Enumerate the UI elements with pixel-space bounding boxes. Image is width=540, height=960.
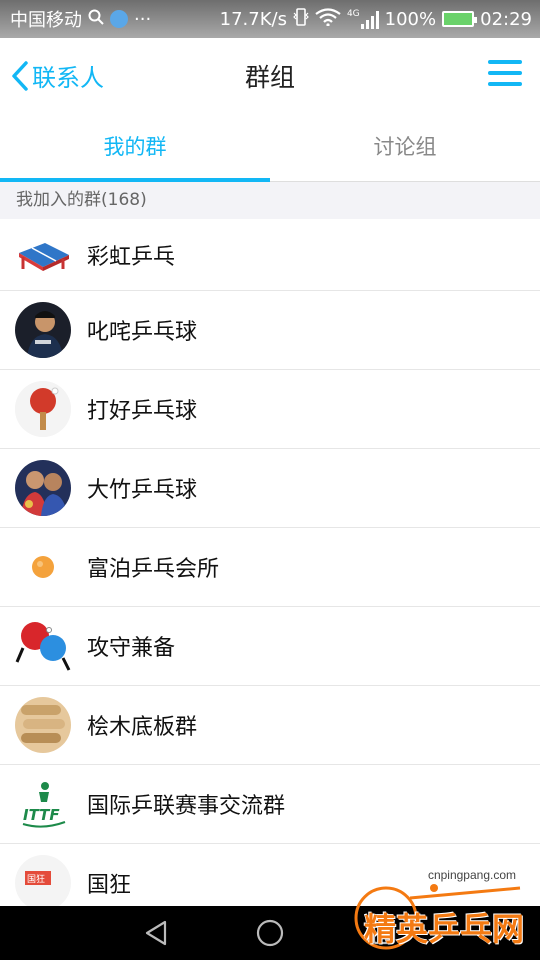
group-name: 国际乒联赛事交流群 <box>87 794 286 819</box>
watermark-url: cnpingpang.com <box>427 868 516 882</box>
menu-button[interactable] <box>488 60 522 90</box>
group-name: 攻守兼备 <box>87 636 176 661</box>
watermark-text: 精英乒乓网 <box>363 910 524 948</box>
site-watermark: cnpingpang.com 精英乒乓网 <box>350 868 530 954</box>
list-item[interactable]: 桧木底板群 <box>0 686 540 765</box>
group-name: 桧木底板群 <box>87 715 198 740</box>
search-icon <box>88 9 104 30</box>
battery-icon <box>442 11 478 27</box>
tab-discussion-groups[interactable]: 讨论组 <box>270 114 540 181</box>
chevron-left-icon <box>12 60 28 91</box>
network-speed: 17.7K/s <box>219 8 287 30</box>
svg-text:国狂: 国狂 <box>27 874 45 885</box>
circle-home-icon <box>256 919 284 947</box>
list-item[interactable]: ITTF 国际乒联赛事交流群 <box>0 765 540 844</box>
two-paddles-icon <box>15 618 71 674</box>
qq-notification-icon <box>110 10 128 28</box>
group-name: 国狂 <box>87 873 132 898</box>
carrier-label: 中国移动 <box>10 10 82 31</box>
group-name: 大竹乒乓球 <box>87 478 198 503</box>
back-button[interactable]: 联系人 <box>10 58 104 93</box>
navigation-bar: 联系人 群组 <box>0 38 540 114</box>
list-item[interactable]: 彩虹乒乓 <box>0 219 540 291</box>
battery-percent: 100% <box>384 8 437 30</box>
wifi-icon <box>315 7 341 31</box>
vibrate-icon <box>293 7 309 31</box>
back-label: 联系人 <box>32 64 104 92</box>
more-notifications-icon: ··· <box>134 8 152 30</box>
tab-bar: 我的群 讨论组 <box>0 114 540 182</box>
list-item[interactable]: 大竹乒乓球 <box>0 449 540 528</box>
signal-icon <box>360 10 379 29</box>
list-item[interactable]: 打好乒乓球 <box>0 370 540 449</box>
ittf-logo-icon: ITTF <box>15 776 71 832</box>
paddle-icon <box>15 381 71 437</box>
list-item[interactable]: 叱咤乒乓球 <box>0 291 540 370</box>
hamburger-icon <box>488 60 522 64</box>
tab-my-groups[interactable]: 我的群 <box>0 114 270 182</box>
status-bar: 中国移动 ··· 17.7K/s 4G 100% 02:29 <box>0 0 540 38</box>
list-item[interactable]: 攻守兼备 <box>0 607 540 686</box>
list-item[interactable]: 富泊乒乓会所 <box>0 528 540 607</box>
group-name: 富泊乒乓会所 <box>87 557 220 582</box>
section-header: 我加入的群(168) <box>0 182 540 219</box>
group-list: 彩虹乒乓 叱咤乒乓球 打好乒乓球 大竹乒乓球 富泊乒乓会所 攻守兼备 桧木底板群… <box>0 219 540 922</box>
home-key[interactable] <box>253 916 287 950</box>
triangle-back-icon <box>145 920 167 946</box>
svg-text:ITTF: ITTF <box>23 806 60 824</box>
group-name: 彩虹乒乓 <box>87 244 176 270</box>
ping-pong-table-icon <box>15 227 71 283</box>
orange-ball-icon <box>15 539 71 595</box>
players-photo-avatar <box>15 460 71 516</box>
group-name: 叱咤乒乓球 <box>87 320 198 345</box>
clock: 02:29 <box>480 8 532 30</box>
player-photo-avatar <box>15 302 71 358</box>
wood-blades-avatar <box>15 697 71 753</box>
back-key[interactable] <box>139 916 173 950</box>
guokuang-logo-avatar: 国狂 <box>15 855 71 911</box>
network-type: 4G <box>346 8 360 19</box>
group-name: 打好乒乓球 <box>87 399 198 424</box>
